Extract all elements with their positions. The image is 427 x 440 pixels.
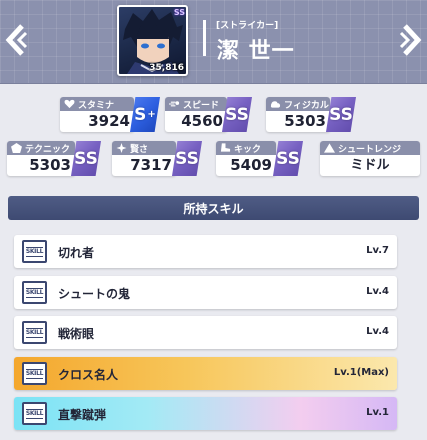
rank-plus: + <box>147 109 156 120</box>
power-value: 35,816 <box>149 63 184 73</box>
skill-name: シュートの鬼 <box>58 287 131 301</box>
stat-label: キック <box>234 144 262 155</box>
stat-value: 5303 <box>284 112 326 130</box>
prev-character-button[interactable] <box>2 20 30 60</box>
stat-value: ミドル <box>350 158 390 173</box>
skill-icon: SKILL <box>22 321 47 344</box>
skill-level: Lv.4 <box>366 286 389 297</box>
stat-label: スタミナ <box>78 100 115 111</box>
character-name: 潔 世一 <box>217 39 295 64</box>
stat-value: 5409 <box>230 156 272 174</box>
skill-row[interactable]: SKILL 直撃蹴弾 Lv.1 <box>14 397 397 430</box>
rank-letter: S <box>134 104 147 125</box>
skill-name: 切れ者 <box>58 246 95 260</box>
rank-badge: SS <box>71 141 101 176</box>
rarity-stamp: SS <box>173 8 185 17</box>
stat-label: シュートレンジ <box>338 144 402 155</box>
chevron-left-icon <box>5 24 28 56</box>
rank-badge: SS <box>172 141 202 176</box>
next-character-button[interactable] <box>397 20 425 60</box>
stat-value: 3924 <box>88 112 130 130</box>
stat-value: 7317 <box>130 156 172 174</box>
rank-badge: S + <box>130 97 160 132</box>
stat-label: スピード <box>183 100 220 111</box>
character-header: SS 35,816 [ストライカー] 潔 世一 <box>0 0 427 84</box>
boot-icon <box>220 143 231 152</box>
skill-level: Lv.7 <box>366 245 389 256</box>
skill-name: 戦術眼 <box>58 327 95 341</box>
heart-icon <box>64 99 75 109</box>
rank-badge: SS <box>273 141 303 176</box>
pentagon-icon <box>11 143 22 153</box>
skill-name: クロス名人 <box>58 368 119 382</box>
skill-icon: SKILL <box>22 281 47 304</box>
stat-label: 賢さ <box>130 144 149 155</box>
skill-icon: SKILL <box>22 362 47 385</box>
stat-label: テクニック <box>25 144 71 155</box>
muscle-icon <box>270 101 281 108</box>
rank-letter: SS <box>74 148 98 169</box>
skill-level: Lv.1 <box>366 407 389 418</box>
skill-level: Lv.4 <box>366 326 389 337</box>
character-role: [ストライカー] <box>216 21 279 31</box>
name-divider <box>203 20 206 56</box>
skill-name: 直撃蹴弾 <box>58 408 107 422</box>
rank-letter: SS <box>175 148 199 169</box>
skill-row[interactable]: SKILL 切れ者 Lv.7 <box>14 235 397 268</box>
skill-icon: SKILL <box>22 240 47 263</box>
skill-row[interactable]: SKILL 戦術眼 Lv.4 <box>14 316 397 349</box>
rank-letter: SS <box>329 104 353 125</box>
rank-letter: SS <box>276 148 300 169</box>
skills-section-header: 所持スキル <box>8 196 419 220</box>
stat-value: 4560 <box>181 112 223 130</box>
rank-letter: SS <box>225 104 249 125</box>
skill-row[interactable]: SKILL クロス名人 Lv.1(Max) <box>14 357 397 390</box>
skill-row[interactable]: SKILL シュートの鬼 Lv.4 <box>14 276 397 309</box>
stat-label: フィジカル <box>284 100 329 111</box>
stat-shoot-range: シュートレンジ ミドル <box>320 141 420 176</box>
triangle-icon <box>324 143 335 153</box>
speed-icon <box>169 101 180 107</box>
skill-level: Lv.1(Max) <box>333 367 389 378</box>
rank-badge: SS <box>326 97 356 132</box>
sparkle-icon <box>116 143 127 153</box>
chevron-right-icon <box>399 24 422 56</box>
skill-icon: SKILL <box>22 402 47 425</box>
stat-value: 5303 <box>29 156 71 174</box>
character-portrait[interactable]: SS 35,816 <box>117 5 188 76</box>
